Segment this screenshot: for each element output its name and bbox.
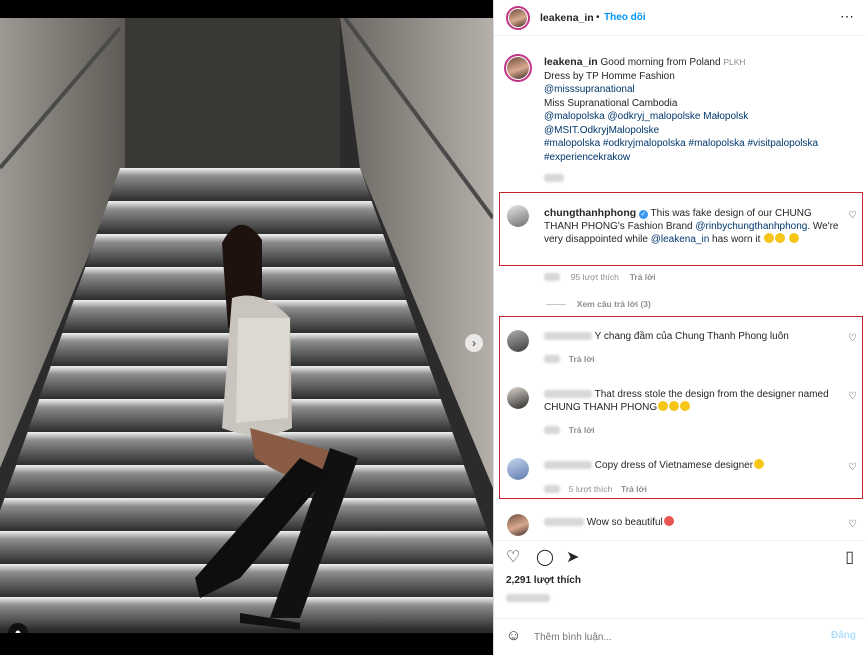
comment-mention[interactable]: @leakena_in xyxy=(651,234,710,245)
comment-text: Y chang đầm của Chung Thanh Phong luôn xyxy=(594,331,789,342)
caption-line: Miss Supranational Cambodia xyxy=(544,97,678,109)
sad-emoji xyxy=(788,233,799,243)
caption-line: Good morning from Poland xyxy=(600,57,721,68)
sad-emoji xyxy=(669,401,680,411)
post-side-panel: leakena_in • Theo dõi ⋯ leakena_in Good … xyxy=(493,0,865,655)
heart-eyes-emoji xyxy=(663,516,674,526)
view-replies-label[interactable]: Xem câu trả lời (3) xyxy=(577,299,651,309)
caption-line: Dress by TP Homme Fashion xyxy=(544,70,675,82)
comment-username-blurred[interactable] xyxy=(544,518,584,527)
caption-time xyxy=(544,174,564,183)
post-actions: ♡ ◯ ➤ ▯ xyxy=(494,540,865,566)
comment-like-icon[interactable]: ♡ xyxy=(848,462,857,473)
comment-time xyxy=(544,485,560,494)
caption-hashtags[interactable]: #experiencekrakow xyxy=(544,151,859,165)
sad-emoji xyxy=(658,401,669,411)
stair-step xyxy=(108,168,372,201)
comment-like-icon[interactable]: ♡ xyxy=(848,333,857,344)
sad-emoji xyxy=(764,233,775,243)
staircase-photo xyxy=(0,18,493,633)
view-replies[interactable]: Xem câu trả lời (3) xyxy=(546,299,651,310)
comment-text: has worn it xyxy=(712,234,761,245)
share-icon[interactable]: ➤ xyxy=(566,547,579,567)
comment-meta: 5 lượt thích Trả lời xyxy=(544,484,647,495)
add-comment-input[interactable] xyxy=(534,628,804,646)
post-comment-button[interactable]: Đăng xyxy=(831,630,856,641)
comment-likes[interactable]: 5 lượt thích xyxy=(569,484,612,494)
reply-button[interactable]: Trả lời xyxy=(630,272,656,282)
sad-emoji xyxy=(754,459,765,469)
comment-5: Wow so beautiful xyxy=(544,516,844,529)
bookmark-icon[interactable]: ▯ xyxy=(845,547,854,567)
sad-emoji xyxy=(775,233,786,243)
photo-bottom-bar xyxy=(0,633,493,655)
comment-likes[interactable]: 95 lượt thích xyxy=(571,272,619,282)
comment-like-icon[interactable]: ♡ xyxy=(848,210,857,221)
comment-like-icon[interactable]: ♡ xyxy=(848,391,857,402)
comment-like-icon[interactable]: ♡ xyxy=(848,519,857,530)
comment-avatar[interactable] xyxy=(507,205,529,227)
verified-icon: ✓ xyxy=(638,210,648,219)
photo-top-bar xyxy=(0,0,493,18)
comment-time xyxy=(544,355,560,364)
caption-mention[interactable]: @MSIT.OdkryjMalopolske xyxy=(544,124,859,138)
reply-button[interactable]: Trả lời xyxy=(569,425,595,435)
comment-avatar[interactable] xyxy=(507,330,529,352)
comment-time xyxy=(544,426,560,435)
stair-step xyxy=(4,465,476,498)
follow-button[interactable]: Theo dõi xyxy=(604,12,646,23)
comment-meta: Trả lời xyxy=(544,354,595,365)
comment-2: Y chang đầm của Chung Thanh Phong luôn xyxy=(544,330,844,343)
sad-emoji xyxy=(680,401,691,411)
comment-mention[interactable]: @rinbychungthanhphong xyxy=(695,221,807,232)
comment-avatar[interactable] xyxy=(507,514,529,536)
comment-avatar[interactable] xyxy=(507,458,529,480)
comment-4: Copy dress of Vietnamese designer xyxy=(544,459,844,472)
caption-avatar[interactable] xyxy=(504,54,532,82)
reply-button[interactable]: Trả lời xyxy=(569,354,595,364)
flag-emoji: PLKH xyxy=(723,57,746,67)
comment-username-blurred[interactable] xyxy=(544,461,592,470)
reply-button[interactable]: Trả lời xyxy=(621,484,647,494)
post-likes[interactable]: 2,291 lượt thích xyxy=(506,575,581,586)
comment-username-blurred[interactable] xyxy=(544,390,592,399)
comment-3: That dress stole the design from the des… xyxy=(544,388,844,414)
separator-dot: • xyxy=(596,12,600,23)
caption-username[interactable]: leakena_in xyxy=(544,56,598,68)
caption-mention[interactable]: @misssupranational xyxy=(544,83,859,97)
comment-chungthanhphong: chungthanhphong ✓ This was fake design o… xyxy=(544,207,842,246)
comment-text: Copy dress of Vietnamese designer xyxy=(594,460,754,471)
comment-time xyxy=(544,273,560,282)
post-caption: leakena_in Good morning from Poland PLKH… xyxy=(544,56,859,186)
post-header: leakena_in • Theo dõi ⋯ xyxy=(494,0,865,36)
comment-text: Wow so beautiful xyxy=(586,517,663,528)
avatar[interactable] xyxy=(506,6,530,30)
post-photo: › ● xyxy=(0,18,493,633)
stair-step xyxy=(0,597,493,630)
stair-step xyxy=(15,432,465,465)
comment-icon[interactable]: ◯ xyxy=(536,547,554,567)
emoji-icon[interactable]: ☺ xyxy=(506,627,521,644)
add-comment-bar: ☺ Đăng xyxy=(494,618,865,655)
comment-avatar[interactable] xyxy=(507,387,529,409)
more-options-icon[interactable]: ⋯ xyxy=(840,8,854,25)
caption-mentions[interactable]: @malopolska @odkryj_malopolske Małopolsk xyxy=(544,110,859,124)
caption-hashtags[interactable]: #malopolska #odkryjmalopolska #malopolsk… xyxy=(544,137,859,151)
comment-meta: Trả lời xyxy=(544,425,595,436)
comment-username-blurred[interactable] xyxy=(544,332,592,341)
heart-icon[interactable]: ♡ xyxy=(506,547,520,567)
comment-username[interactable]: chungthanhphong xyxy=(544,207,636,219)
post-username[interactable]: leakena_in xyxy=(540,12,594,24)
comment-meta: 95 lượt thích Trả lời xyxy=(544,272,656,283)
next-arrow-icon[interactable]: › xyxy=(465,334,483,352)
post-time xyxy=(506,593,550,604)
